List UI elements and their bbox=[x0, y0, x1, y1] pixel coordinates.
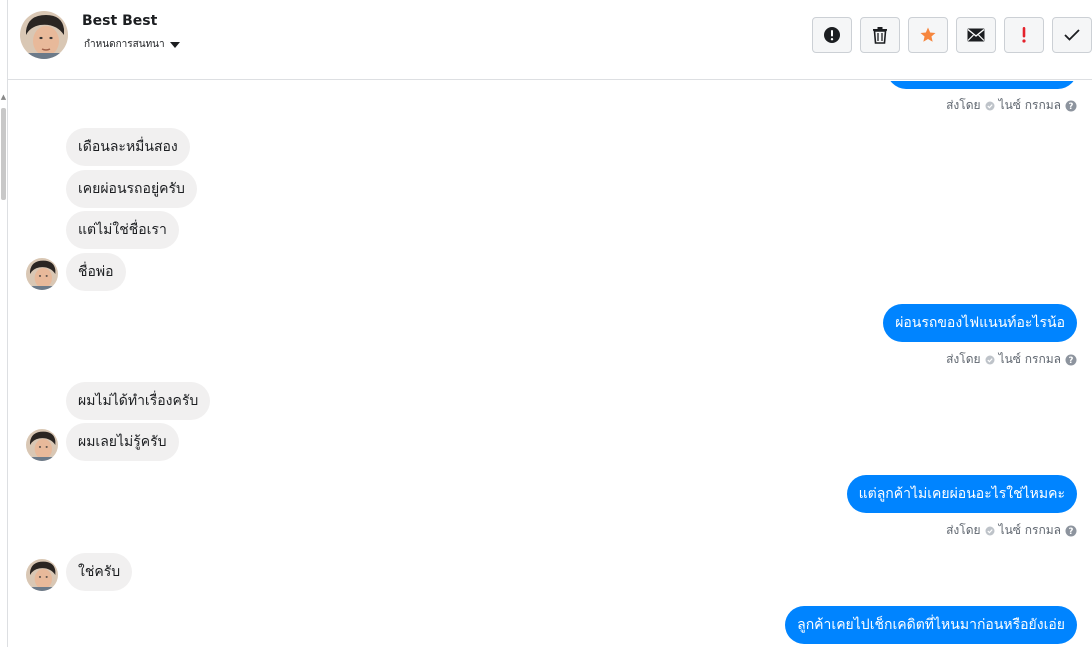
mark-unread-button[interactable] bbox=[956, 17, 996, 53]
incoming-message-bubble[interactable]: เดือนละหมื่นสอง bbox=[66, 128, 190, 166]
customer-avatar[interactable] bbox=[26, 559, 58, 591]
incoming-message-bubble[interactable]: เคยผ่อนรถอยู่ครับ bbox=[66, 170, 197, 208]
check-circle-icon bbox=[985, 355, 995, 364]
sent-by-info: ส่งโดย ไนซ์ กรกมล ? bbox=[946, 350, 1077, 369]
incoming-message-bubble[interactable]: แต่ไม่ใช่ชื่อเรา bbox=[66, 211, 179, 249]
exclamation-icon bbox=[1022, 27, 1026, 43]
svg-text:?: ? bbox=[1069, 356, 1074, 366]
assign-conversation-label: กำหนดการสนทนา bbox=[84, 39, 165, 50]
svg-text:?: ? bbox=[1069, 102, 1074, 112]
incoming-message-bubble[interactable]: ผมเลยไม่รู้ครับ bbox=[66, 423, 179, 461]
assign-conversation-dropdown[interactable]: กำหนดการสนทนา bbox=[84, 37, 180, 52]
sent-by-info: ส่งโดย ไนซ์ กรกมล ? bbox=[946, 96, 1077, 115]
contact-avatar[interactable] bbox=[20, 11, 68, 59]
scroll-up-arrow-icon[interactable]: ▲ bbox=[0, 92, 7, 102]
incoming-message-bubble[interactable]: ชื่อพ่อ bbox=[66, 253, 126, 291]
conversation-actions bbox=[812, 17, 1092, 53]
check-circle-icon bbox=[985, 101, 995, 110]
check-icon bbox=[1064, 29, 1080, 41]
message-thread[interactable]: ส่งโดย ไนซ์ กรกมล ? เดือนละหมื่นสอง เคยผ… bbox=[8, 81, 1092, 647]
sent-by-info: ส่งโดย ไนซ์ กรกมล ? bbox=[946, 521, 1077, 540]
mark-done-button[interactable] bbox=[1052, 17, 1092, 53]
trash-icon bbox=[873, 27, 887, 44]
follow-up-button[interactable] bbox=[1004, 17, 1044, 53]
outgoing-message-bubble[interactable]: ผ่อนรถของไฟแนนท์อะไรน้อ bbox=[883, 304, 1077, 342]
sender-name[interactable]: ไนซ์ กรกมล bbox=[999, 350, 1061, 369]
inbox-conversation-view: ▲ Best Best กำหนดการสนทนา ส่งโดย ไนซ์ กร… bbox=[0, 0, 1092, 647]
delete-button[interactable] bbox=[860, 17, 900, 53]
contact-name[interactable]: Best Best bbox=[82, 13, 157, 29]
caret-down-icon bbox=[169, 41, 180, 48]
help-icon[interactable]: ? bbox=[1065, 100, 1077, 112]
customer-avatar[interactable] bbox=[26, 429, 58, 461]
envelope-icon bbox=[967, 28, 985, 42]
left-scrollbar-thumb[interactable] bbox=[1, 108, 6, 200]
sender-name[interactable]: ไนซ์ กรกมล bbox=[999, 96, 1061, 115]
incoming-message-bubble[interactable]: ผมไม่ได้ทำเรื่องครับ bbox=[66, 382, 211, 420]
star-button[interactable] bbox=[908, 17, 948, 53]
spam-button[interactable] bbox=[812, 17, 852, 53]
sent-by-label: ส่งโดย bbox=[946, 98, 981, 112]
svg-text:?: ? bbox=[1069, 527, 1074, 537]
help-icon[interactable]: ? bbox=[1065, 354, 1077, 366]
customer-avatar[interactable] bbox=[26, 258, 58, 290]
sender-name[interactable]: ไนซ์ กรกมล bbox=[999, 521, 1061, 540]
outgoing-message-bubble[interactable] bbox=[887, 81, 1077, 89]
check-circle-icon bbox=[985, 526, 995, 535]
sent-by-label: ส่งโดย bbox=[946, 523, 981, 537]
sent-by-label: ส่งโดย bbox=[946, 352, 981, 366]
left-panel-edge: ▲ bbox=[0, 0, 8, 647]
star-icon bbox=[920, 27, 936, 42]
conversation-header: Best Best กำหนดการสนทนา bbox=[8, 0, 1092, 80]
help-icon[interactable]: ? bbox=[1065, 525, 1077, 537]
incoming-message-bubble[interactable]: ใช่ครับ bbox=[66, 553, 133, 591]
outgoing-message-bubble[interactable]: แต่ลูกค้าไม่เคยผ่อนอะไรใช่ไหมคะ bbox=[846, 475, 1077, 513]
exclamation-circle-icon bbox=[824, 27, 840, 43]
outgoing-message-bubble[interactable]: ลูกค้าเคยไปเช็กเคดิตที่ไหนมาก่อนหรือยังเ… bbox=[785, 606, 1077, 644]
